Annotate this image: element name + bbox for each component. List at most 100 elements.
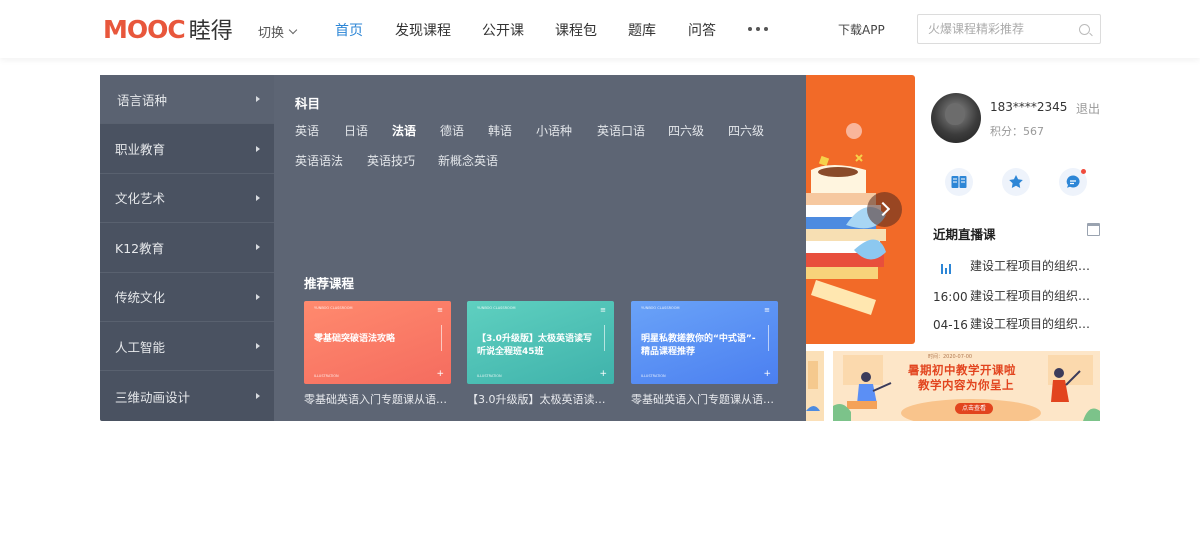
banner-illustration — [806, 351, 824, 421]
live-item[interactable]: 16:00 建设工程项目的组织与... — [933, 287, 1101, 304]
promo-banner-small[interactable] — [806, 351, 824, 421]
category-label: 传统文化 — [115, 290, 166, 306]
site-logo[interactable]: MOOC 睦得 — [103, 14, 233, 45]
category-item-vocational[interactable]: 职业教育 — [100, 124, 274, 174]
nav-qa[interactable]: 问答 — [688, 20, 716, 40]
category-label: 三维动画设计 — [115, 389, 191, 405]
menu-icon: ≡ — [437, 306, 443, 314]
caret-right-icon — [256, 145, 260, 152]
category-item-language[interactable]: 语言语种 — [100, 75, 274, 125]
subject-tag[interactable]: 英语 — [295, 122, 319, 139]
course-thumbnail[interactable]: YUNBOO CLASSROOM ≡ 明星私教搓教你的“中式语”- 精品课程推荐… — [631, 301, 778, 384]
subject-tag[interactable]: 英语技巧 — [367, 152, 415, 169]
subject-tag[interactable]: 四六级 — [668, 122, 704, 139]
user-name[interactable]: 183****2345 — [990, 100, 1067, 114]
playing-bars-icon — [933, 260, 970, 274]
caret-right-icon — [256, 244, 260, 251]
course-book-icon[interactable] — [945, 168, 973, 196]
thumb-footer: ILLUSTRATION — [477, 374, 502, 378]
banner-title: 暑期初中教学开课啦 教学内容为你呈上 — [908, 363, 1016, 393]
live-item-title: 建设工程项目的组织与... — [970, 289, 1101, 303]
search-icon[interactable] — [1079, 24, 1090, 35]
course-name[interactable]: 零基础英语入门专题课从语法... — [304, 391, 451, 407]
caret-right-icon — [256, 343, 260, 350]
live-item-time: 04-16 — [933, 318, 968, 332]
thumb-title: 【3.0升级版】太极英语读写听说全程班45班 — [477, 334, 592, 357]
promo-banner-summer[interactable]: 时间：2020-07-00 暑期初中教学开课啦 教学内容为你呈上 点击查看 — [833, 351, 1100, 421]
category-subpanel: 科目 英语 日语 法语 德语 韩语 小语种 英语口语 四六级 四六级 英语语法 … — [274, 75, 806, 421]
nav-home[interactable]: 首页 — [335, 20, 363, 40]
favorite-star-icon — [1009, 175, 1023, 188]
nav-question-bank[interactable]: 题库 — [628, 20, 656, 40]
thumb-footer: ILLUSTRATION — [314, 374, 339, 378]
favorite-star-icon[interactable] — [1002, 168, 1030, 196]
recommend-title: 推荐课程 — [304, 276, 355, 291]
subject-tag[interactable]: 四六级 — [728, 122, 764, 139]
caret-right-icon — [256, 96, 260, 103]
chevron-right-icon[interactable] — [867, 192, 902, 227]
calendar-icon[interactable] — [1087, 223, 1100, 236]
chevron-down-icon — [288, 25, 298, 35]
avatar[interactable] — [931, 93, 981, 143]
nav-open-course[interactable]: 公开课 — [482, 20, 524, 40]
thumb-label: YUNBOO CLASSROOM — [314, 306, 353, 310]
category-label: 文化艺术 — [115, 191, 166, 207]
thumb-label: YUNBOO CLASSROOM — [641, 306, 680, 310]
subject-tag[interactable]: 日语 — [344, 122, 368, 139]
category-label: 职业教育 — [115, 142, 166, 158]
course-name[interactable]: 【3.0升级版】太极英语读写... — [467, 391, 614, 407]
caret-right-icon — [256, 393, 260, 400]
plus-icon: + — [436, 369, 444, 379]
category-item-arts[interactable]: 文化艺术 — [100, 174, 274, 224]
caret-right-icon — [256, 194, 260, 201]
caret-right-icon — [256, 293, 260, 300]
live-section-title: 近期直播课 — [933, 227, 996, 242]
category-item-traditional[interactable]: 传统文化 — [100, 273, 274, 322]
subject-tag[interactable]: 法语 — [392, 122, 416, 139]
thumb-title: 零基础突破语法攻略 — [314, 334, 396, 344]
thumb-title: 明星私教搓教你的“中式语”- 精品课程推荐 — [641, 334, 756, 357]
subject-tag[interactable]: 英语语法 — [295, 152, 343, 169]
banner-title-line2: 教学内容为你呈上 — [918, 378, 1014, 392]
course-thumbnail[interactable]: YUNBOO CLASSROOM ≡ 零基础突破语法攻略 ILLUSTRATIO… — [304, 301, 451, 384]
plus-icon: + — [763, 369, 771, 379]
divider — [604, 325, 605, 351]
course-thumbnail[interactable]: YUNBOO CLASSROOM ≡ 【3.0升级版】太极英语读写听说全程班45… — [467, 301, 614, 384]
menu-icon: ≡ — [600, 306, 606, 314]
switch-label: 切换 — [258, 26, 285, 41]
download-app-link[interactable]: 下载APP — [838, 21, 885, 38]
subject-tag[interactable]: 德语 — [440, 122, 464, 139]
subject-tag[interactable]: 韩语 — [488, 122, 512, 139]
recommend-card[interactable]: YUNBOO CLASSROOM ≡ 【3.0升级版】太极英语读写听说全程班45… — [467, 301, 614, 407]
thumb-footer: ILLUSTRATION — [641, 374, 666, 378]
subject-tag[interactable]: 新概念英语 — [438, 152, 498, 169]
nav-course-pack[interactable]: 课程包 — [555, 20, 597, 40]
category-menu: 语言语种 职业教育 文化艺术 K12教育 传统文化 人工智能 三维动画设计 — [100, 75, 274, 421]
nav-discover[interactable]: 发现课程 — [395, 20, 451, 40]
category-item-3d[interactable]: 三维动画设计 — [100, 371, 274, 420]
more-dots-icon[interactable] — [748, 27, 768, 31]
category-label: 语言语种 — [117, 92, 168, 108]
course-name[interactable]: 零基础英语入门专题课从语法... — [631, 391, 778, 407]
logout-link[interactable]: 退出 — [1076, 100, 1100, 117]
banner-cta-button[interactable]: 点击查看 — [955, 403, 993, 414]
divider — [441, 325, 442, 351]
recommend-card[interactable]: YUNBOO CLASSROOM ≡ 零基础突破语法攻略 ILLUSTRATIO… — [304, 301, 451, 407]
category-item-k12[interactable]: K12教育 — [100, 223, 274, 273]
user-points: 积分：567 — [990, 125, 1044, 138]
search-input[interactable] — [918, 15, 1068, 43]
live-item[interactable]: 建设工程项目的组织与... — [933, 257, 1101, 274]
plus-icon: + — [599, 369, 607, 379]
subject-tag[interactable]: 英语口语 — [597, 122, 645, 139]
logo-text: 睦得 — [188, 19, 233, 44]
thumb-label: YUNBOO CLASSROOM — [477, 306, 516, 310]
recommend-card[interactable]: YUNBOO CLASSROOM ≡ 明星私教搓教你的“中式语”- 精品课程推荐… — [631, 301, 778, 407]
top-header: MOOC 睦得 切换 首页 发现课程 公开课 课程包 题库 问答 下载APP — [0, 0, 1200, 58]
subject-tag[interactable]: 小语种 — [536, 122, 572, 139]
switch-dropdown[interactable]: 切换 — [258, 22, 298, 41]
live-item[interactable]: 04-16 建设工程项目的组织与... — [933, 315, 1101, 332]
live-item-title: 建设工程项目的组织与... — [970, 317, 1101, 331]
menu-icon: ≡ — [764, 306, 770, 314]
category-item-ai[interactable]: 人工智能 — [100, 322, 274, 372]
message-icon[interactable] — [1059, 168, 1087, 196]
